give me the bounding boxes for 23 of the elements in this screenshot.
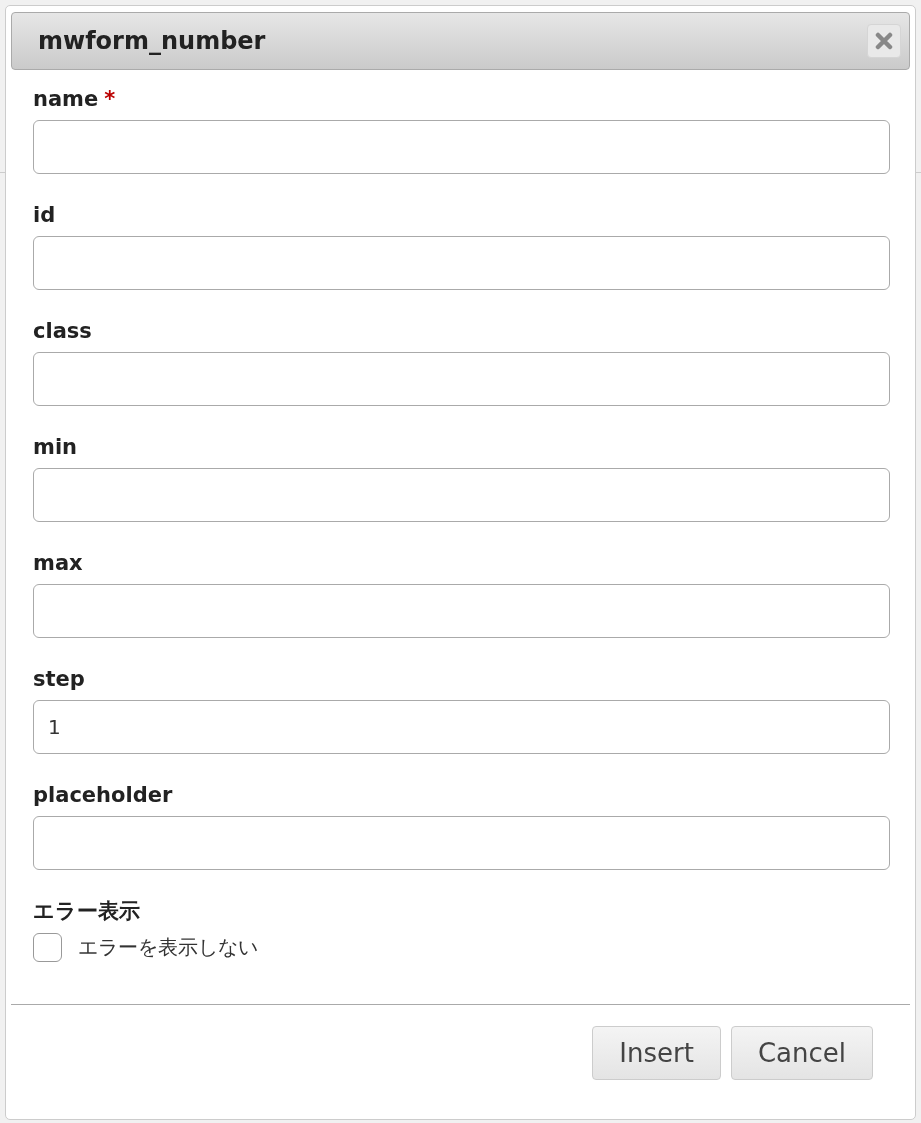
field-label: class — [33, 319, 92, 343]
dialog-title: mwform_number — [38, 26, 266, 56]
checkbox-label: エラーを表示しない — [78, 934, 258, 961]
input-field[interactable] — [33, 816, 890, 870]
cancel-button[interactable]: Cancel — [730, 1026, 873, 1080]
input-field[interactable] — [33, 584, 890, 638]
field-label: max — [33, 551, 83, 575]
section-label: エラー表示 — [33, 898, 141, 924]
input-field[interactable] — [33, 236, 890, 290]
required-mark: * — [104, 87, 116, 111]
close-icon — [875, 32, 893, 50]
field-label: step — [33, 667, 85, 691]
input-field[interactable] — [33, 352, 890, 406]
checkbox[interactable] — [33, 932, 62, 962]
field-label: name — [33, 87, 99, 111]
field-label: placeholder — [33, 783, 173, 807]
input-field[interactable] — [33, 120, 890, 174]
insert-button[interactable]: Insert — [592, 1026, 721, 1080]
input-field[interactable] — [33, 468, 890, 522]
field-label: id — [33, 203, 56, 227]
input-field[interactable]: 1 — [33, 700, 890, 754]
field-label: min — [33, 435, 78, 459]
close-button[interactable] — [867, 24, 901, 58]
